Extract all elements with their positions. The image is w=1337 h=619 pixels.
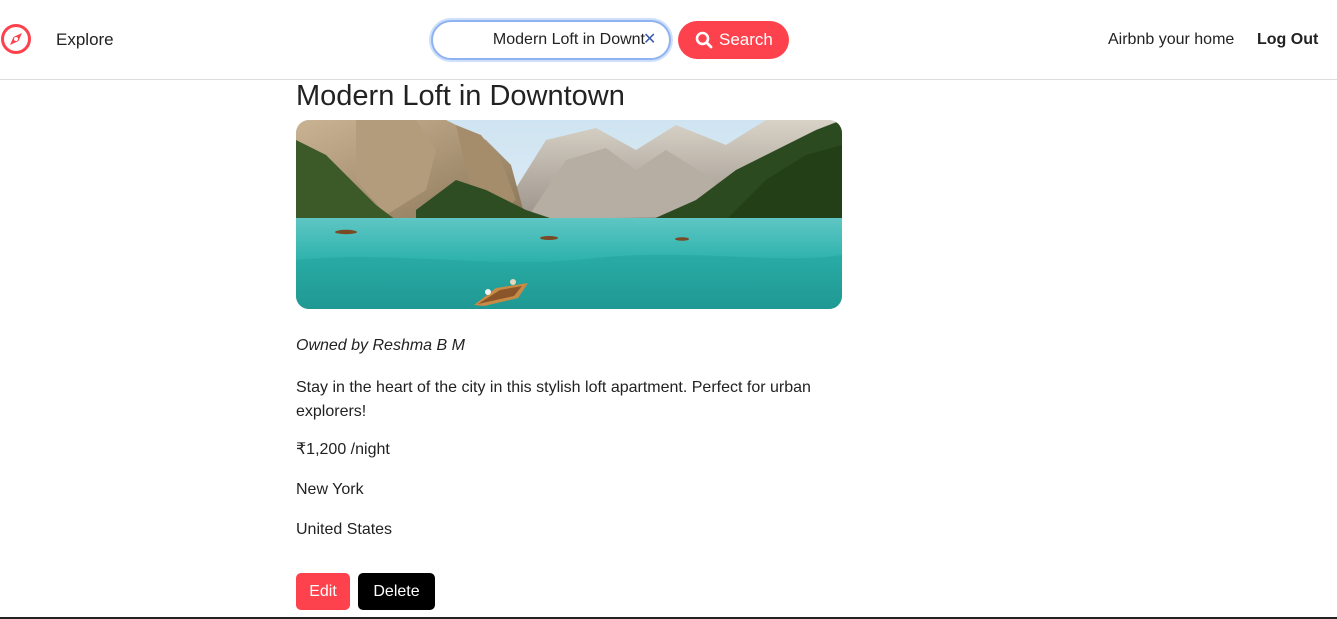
explore-link[interactable]: Explore (56, 30, 114, 50)
listing-image (296, 120, 842, 309)
logout-link[interactable]: Log Out (1257, 30, 1318, 50)
listing-location: New York (296, 481, 364, 498)
listing-description: Stay in the heart of the city in this st… (296, 379, 811, 420)
search-icon (695, 31, 713, 49)
listing-title: Modern Loft in Downtown (296, 80, 625, 112)
edit-button[interactable]: Edit (296, 573, 350, 610)
listing-country: United States (296, 521, 393, 538)
search-input[interactable] (445, 29, 645, 51)
delete-button[interactable]: Delete (358, 573, 435, 610)
listing-owner: Owned by Reshma B M (296, 337, 465, 354)
search-button-label: Search (719, 30, 773, 49)
listing-price: ₹1,200 /night (296, 441, 390, 458)
navbar: Explore ✕ Search Airbnb your home Log Ou… (0, 0, 1337, 80)
airbnb-your-home-link[interactable]: Airbnb your home (1108, 30, 1234, 50)
search-button[interactable]: Search (678, 21, 789, 59)
compass-icon[interactable] (0, 22, 34, 56)
search-bar: ✕ (431, 20, 671, 60)
close-icon[interactable]: ✕ (643, 30, 657, 50)
